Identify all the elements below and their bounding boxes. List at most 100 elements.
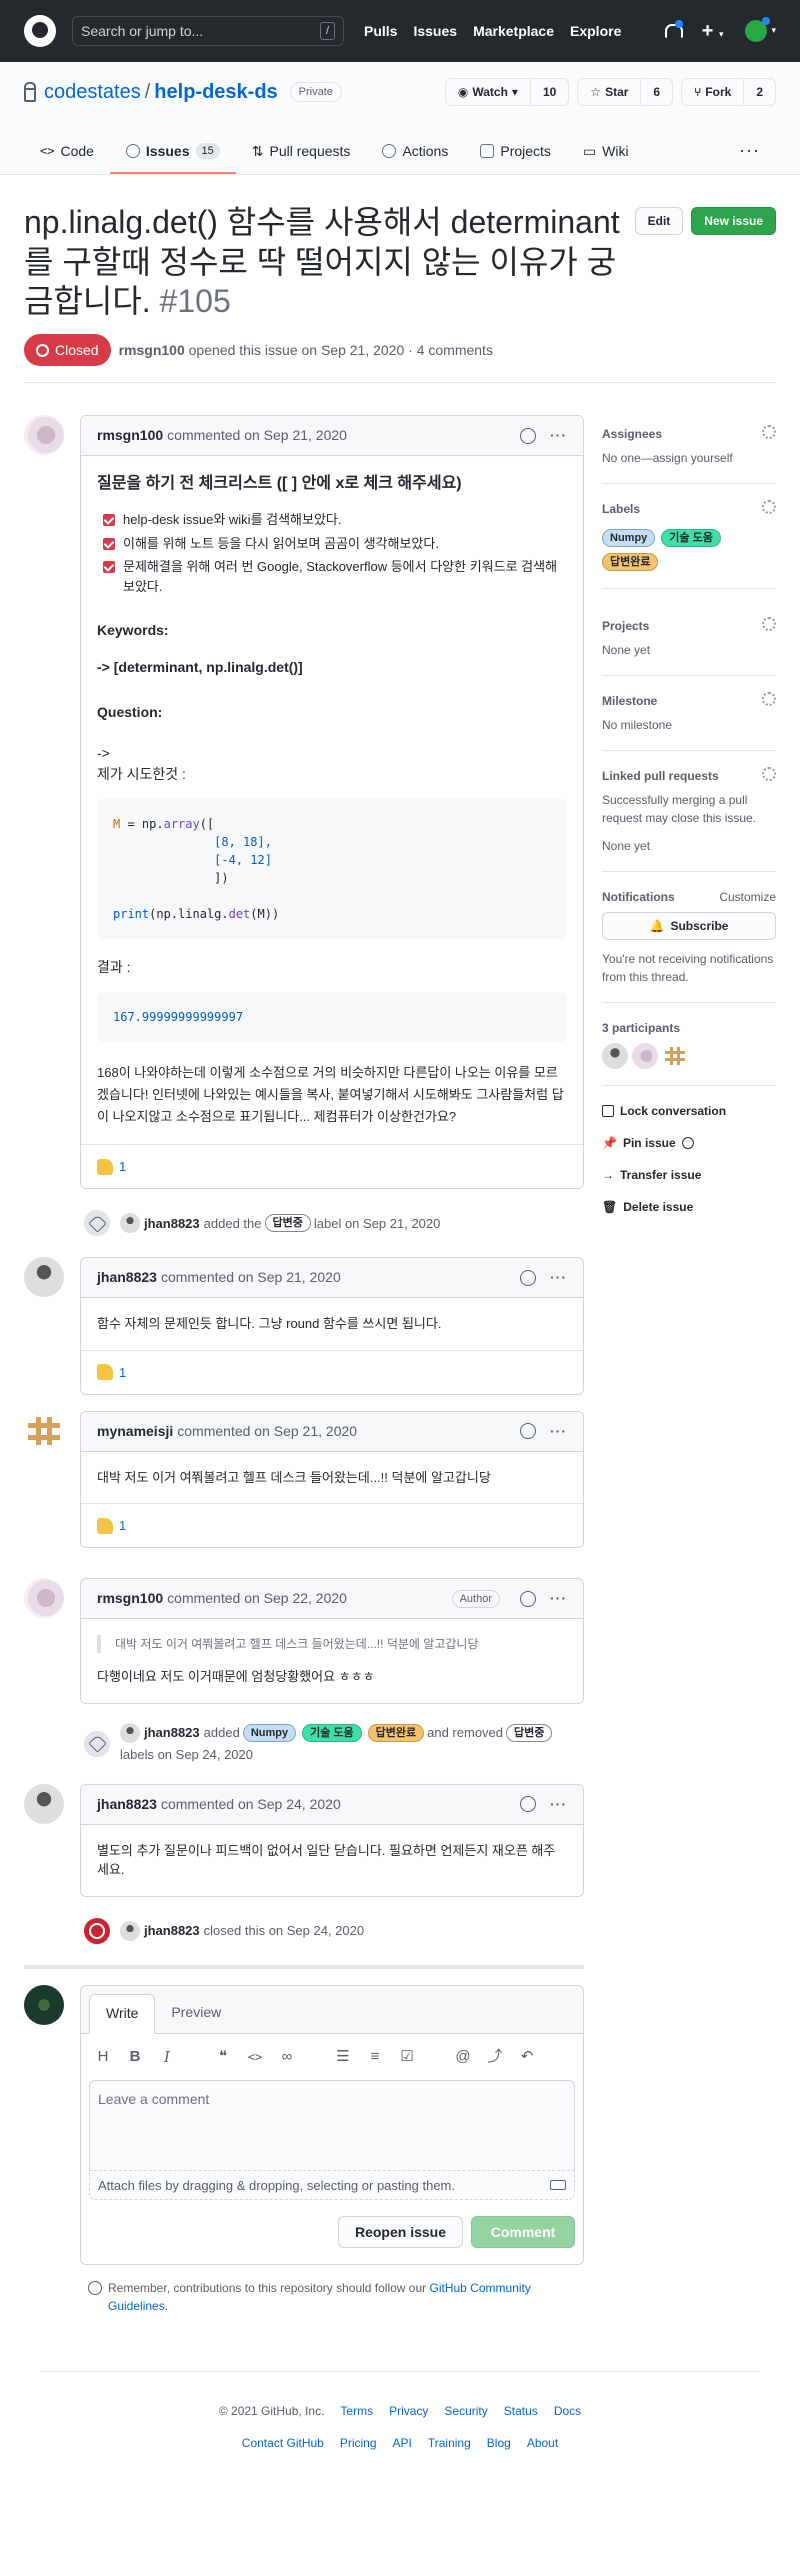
reopen-issue-button[interactable]: Reopen issue	[337, 2216, 463, 2249]
nav-marketplace[interactable]: Marketplace	[473, 21, 554, 42]
avatar[interactable]	[24, 1578, 64, 1619]
fork-button[interactable]: ⑂ Fork 2	[681, 78, 776, 106]
search-input[interactable]: Search or jump to... /	[72, 16, 344, 46]
footer-link-privacy[interactable]: Privacy	[389, 2402, 428, 2420]
label-numpy[interactable]: Numpy	[602, 529, 656, 548]
lock-conversation-button[interactable]: Lock conversation	[602, 1102, 776, 1120]
footer-link-terms[interactable]: Terms	[340, 2402, 373, 2420]
edit-title-button[interactable]: Edit	[634, 207, 684, 235]
tab-write[interactable]: Write	[89, 1993, 156, 2034]
avatar[interactable]	[24, 1410, 64, 1451]
kebab-horizontal-icon[interactable]: ···	[550, 1267, 567, 1288]
repo-owner-link[interactable]: codestates	[44, 77, 141, 107]
smiley-icon[interactable]	[520, 1590, 536, 1607]
avatar[interactable]	[120, 1920, 140, 1941]
transfer-issue-button[interactable]: → Transfer issue	[602, 1166, 776, 1184]
comment-time[interactable]: commented on Sep 21, 2020	[161, 1267, 341, 1288]
label-badge[interactable]: 답변중	[506, 1723, 553, 1742]
tab-wiki[interactable]: ▭ Wiki	[567, 130, 645, 174]
label-tech-help[interactable]: 기술 도움	[302, 1723, 362, 1742]
smiley-icon[interactable]	[520, 427, 536, 444]
comment-time[interactable]: commented on Sep 21, 2020	[167, 425, 347, 446]
avatar[interactable]	[120, 1722, 140, 1743]
cross-reference-icon[interactable]: ⤴	[487, 2046, 503, 2069]
thumbs-up-reaction[interactable]: 1	[97, 1516, 126, 1536]
tab-actions[interactable]: Actions	[366, 130, 464, 174]
tab-code[interactable]: <> Code	[24, 130, 110, 174]
markdown-icon[interactable]	[550, 2180, 566, 2191]
thumbs-up-reaction[interactable]: 1	[97, 1363, 126, 1383]
avatar[interactable]	[24, 1257, 64, 1298]
avatar[interactable]	[24, 1984, 64, 2025]
footer-link-docs[interactable]: Docs	[554, 2402, 581, 2420]
quote-icon[interactable]: ❝	[215, 2046, 231, 2069]
gear-icon[interactable]	[762, 425, 776, 440]
pin-issue-button[interactable]: 📌 Pin issue	[602, 1134, 776, 1152]
attach-files-area[interactable]: Attach files by dragging & dropping, sel…	[89, 2170, 575, 2201]
participant-avatar[interactable]	[602, 1043, 628, 1070]
user-avatar[interactable]	[745, 17, 771, 42]
checkbox[interactable]	[103, 561, 115, 574]
smiley-icon[interactable]	[520, 1423, 536, 1440]
unordered-list-icon[interactable]: ☰	[335, 2046, 351, 2069]
comment-author[interactable]: mynameisji	[97, 1421, 173, 1442]
comment-button[interactable]: Comment	[471, 2216, 575, 2249]
tab-issues[interactable]: Issues 15	[109, 130, 236, 174]
link-icon[interactable]: ∞	[279, 2046, 295, 2069]
avatar[interactable]	[120, 1213, 140, 1234]
customize-link[interactable]: Customize	[719, 888, 776, 906]
footer-link-contact[interactable]: Contact GitHub	[242, 2434, 324, 2452]
participant-avatar[interactable]	[632, 1043, 658, 1070]
fork-count[interactable]: 2	[744, 83, 775, 101]
heading-icon[interactable]: H	[95, 2046, 111, 2069]
smiley-icon[interactable]	[520, 1796, 536, 1813]
label-tech-help[interactable]: 기술 도움	[661, 529, 721, 548]
ordered-list-icon[interactable]: ≡	[367, 2046, 383, 2069]
github-logo-icon[interactable]	[24, 15, 56, 47]
comment-time[interactable]: commented on Sep 21, 2020	[177, 1421, 357, 1442]
tab-pull-requests[interactable]: ⇅ Pull requests	[236, 130, 367, 174]
nav-explore[interactable]: Explore	[570, 21, 621, 42]
comment-author[interactable]: rmsgn100	[97, 1588, 163, 1609]
footer-link-security[interactable]: Security	[444, 2402, 487, 2420]
label-badge[interactable]: 답변중	[264, 1214, 311, 1233]
event-actor[interactable]: jhan8823	[144, 1214, 200, 1234]
event-actor[interactable]: jhan8823	[144, 1722, 200, 1744]
smiley-icon[interactable]	[520, 1269, 536, 1286]
label-answered[interactable]: 답변완료	[602, 553, 659, 572]
label-answered[interactable]: 답변완료	[367, 1723, 425, 1742]
tab-preview[interactable]: Preview	[155, 1993, 237, 2033]
info-icon[interactable]	[681, 1137, 694, 1150]
new-issue-button[interactable]: New issue	[691, 207, 776, 235]
comment-author[interactable]: rmsgn100	[97, 425, 163, 446]
kebab-horizontal-icon[interactable]: ···	[550, 1794, 567, 1815]
thumbs-up-reaction[interactable]: 1	[97, 1157, 126, 1177]
more-tabs-kebab-icon[interactable]: ···	[723, 137, 776, 174]
tab-projects[interactable]: Projects	[464, 130, 567, 174]
bold-icon[interactable]: B	[127, 2046, 143, 2069]
italic-icon[interactable]: I	[159, 2046, 175, 2069]
event-actor[interactable]: jhan8823	[144, 1921, 200, 1941]
footer-link-pricing[interactable]: Pricing	[340, 2434, 377, 2452]
repo-name-link[interactable]: help-desk-ds	[154, 77, 277, 107]
gear-icon[interactable]	[762, 617, 776, 632]
kebab-horizontal-icon[interactable]: ···	[550, 1421, 567, 1442]
star-button[interactable]: ☆ Star 6	[577, 78, 674, 106]
checkbox[interactable]	[103, 537, 115, 550]
footer-link-status[interactable]: Status	[504, 2402, 538, 2420]
delete-issue-button[interactable]: 🗑 Delete issue	[602, 1198, 776, 1216]
footer-link-training[interactable]: Training	[428, 2434, 471, 2452]
nav-issues[interactable]: Issues	[413, 21, 457, 42]
footer-link-blog[interactable]: Blog	[487, 2434, 511, 2452]
create-plus-icon[interactable]: + ▾	[702, 16, 724, 46]
issue-author-link[interactable]: rmsgn100	[119, 340, 185, 361]
star-count[interactable]: 6	[641, 83, 672, 101]
comment-time[interactable]: commented on Sep 22, 2020	[167, 1588, 347, 1609]
code-icon[interactable]: <>	[247, 2048, 263, 2066]
notifications-bell-icon[interactable]	[664, 20, 683, 40]
reply-icon[interactable]: ↶	[519, 2046, 535, 2069]
kebab-horizontal-icon[interactable]: ···	[550, 425, 567, 446]
gear-icon[interactable]	[762, 767, 776, 782]
gear-icon[interactable]	[762, 500, 776, 515]
footer-link-about[interactable]: About	[527, 2434, 558, 2452]
